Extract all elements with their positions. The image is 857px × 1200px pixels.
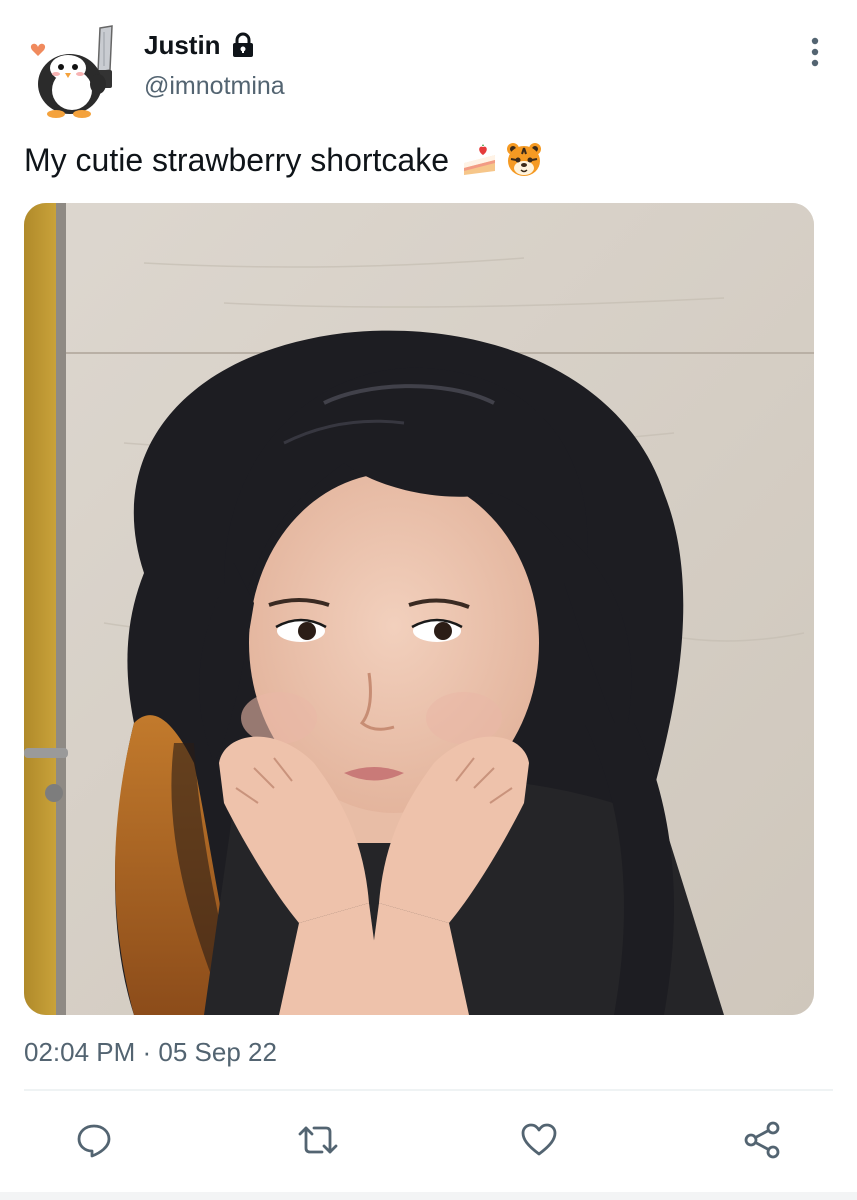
photo-image — [24, 203, 814, 1015]
retweet-button[interactable] — [290, 1112, 346, 1168]
more-vertical-icon — [811, 37, 819, 67]
divider — [24, 1089, 833, 1091]
shortcake-emoji — [464, 144, 496, 175]
tweet-photo[interactable] — [24, 203, 814, 1015]
tweet-text: My cutie strawberry shortcake — [24, 138, 543, 182]
lock-icon — [232, 32, 253, 57]
share-icon — [744, 1121, 780, 1159]
user-handle[interactable]: @imnotmina — [144, 68, 285, 104]
tweet-actions — [24, 1112, 833, 1168]
share-button[interactable] — [735, 1112, 791, 1168]
tweet-timestamp[interactable]: 02:04 PM · 05 Sep 22 — [24, 1034, 277, 1070]
tweet-body: My cutie strawberry shortcake — [24, 142, 450, 178]
reply-icon — [77, 1124, 111, 1158]
tiger-face-emoji — [507, 143, 542, 176]
more-options-button[interactable] — [797, 32, 833, 72]
tweet-detail: Justin @imnotmina My cutie strawberry sh… — [0, 0, 857, 1200]
display-name-row: Justin — [144, 28, 285, 62]
avatar[interactable] — [24, 24, 124, 119]
like-button[interactable] — [511, 1112, 567, 1168]
bottom-separator — [0, 1192, 857, 1200]
reply-button[interactable] — [66, 1112, 122, 1168]
tweet-header: Justin @imnotmina — [24, 24, 833, 118]
like-icon — [521, 1123, 557, 1156]
retweet-icon — [298, 1126, 338, 1154]
user-info[interactable]: Justin @imnotmina — [144, 28, 285, 104]
display-name[interactable]: Justin — [144, 28, 221, 62]
